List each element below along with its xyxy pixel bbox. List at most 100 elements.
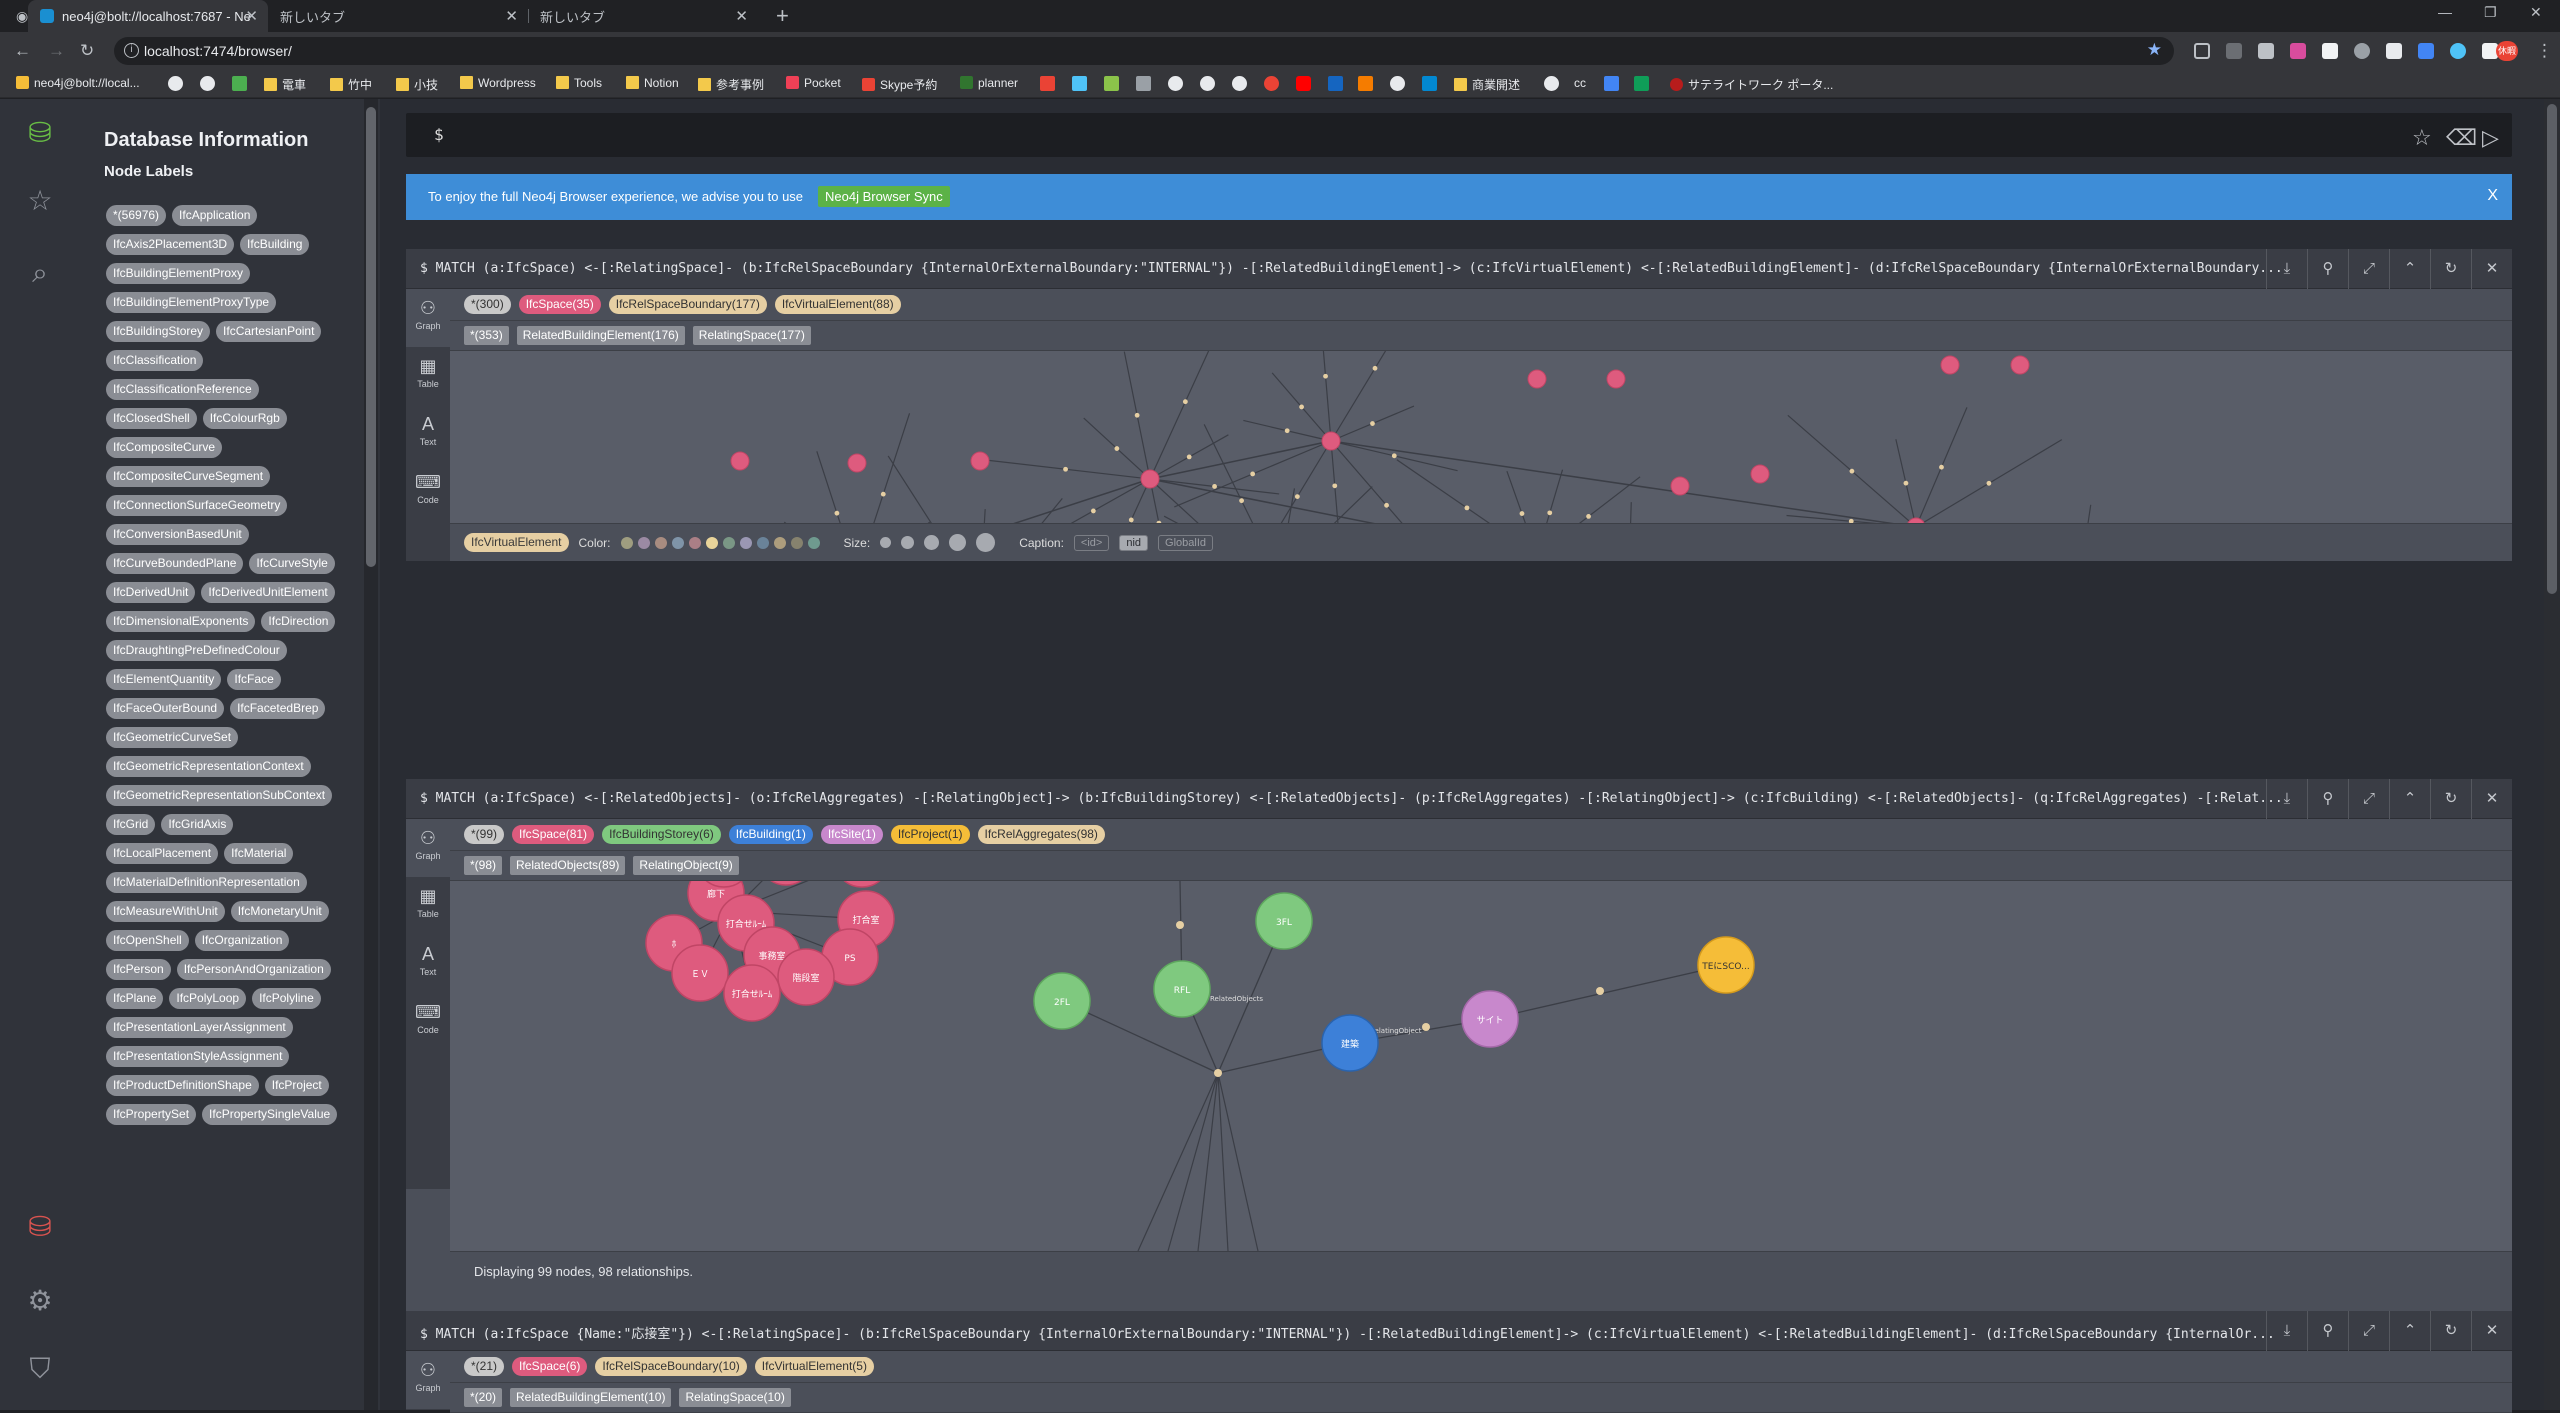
node-label-pill[interactable]: *(56976) bbox=[106, 205, 167, 226]
relationship-legend-pill[interactable]: RelatedObjects(89) bbox=[510, 856, 626, 875]
close-frame-icon[interactable]: ✕ bbox=[2471, 249, 2512, 289]
youtube-bookmark-icon[interactable] bbox=[1296, 76, 1311, 91]
address-bar[interactable]: i localhost:7474/browser/ ★ bbox=[114, 37, 2174, 65]
ifcspace-node[interactable] bbox=[2010, 355, 2030, 375]
bookmark-icon-only[interactable] bbox=[1232, 76, 1247, 91]
bookmark-neo4j[interactable]: neo4j@bolt://local... bbox=[16, 76, 140, 90]
clear-editor-icon[interactable]: ⌫ bbox=[2446, 125, 2477, 151]
relspaceboundary-node[interactable] bbox=[1114, 446, 1120, 451]
bookmark-icon-only[interactable] bbox=[168, 76, 183, 91]
relspaceboundary-node[interactable] bbox=[1332, 483, 1338, 489]
bookmark-icon-only[interactable] bbox=[1040, 76, 1055, 91]
node-label-pill[interactable]: IfcClassificationReference bbox=[106, 379, 259, 400]
relspaceboundary-node[interactable] bbox=[1128, 517, 1134, 523]
browser-tab-new-2[interactable]: 新しいタブ ✕ bbox=[528, 0, 758, 32]
relspaceboundary-node[interactable] bbox=[834, 510, 840, 516]
pin-icon[interactable]: ⚲ bbox=[2307, 779, 2348, 819]
node-label-pill[interactable]: IfcPresentationStyleAssignment bbox=[106, 1046, 290, 1067]
text-view-button[interactable]: A Text bbox=[406, 405, 450, 463]
docs-bookmark-icon[interactable] bbox=[1604, 76, 1619, 91]
run-query-icon[interactable]: ▷ bbox=[2482, 125, 2499, 151]
node-label-pill[interactable]: IfcPlane bbox=[106, 988, 164, 1009]
settings-gear-icon[interactable]: ⚙ bbox=[22, 1283, 58, 1319]
node-label-legend-pill[interactable]: IfcProject(1) bbox=[890, 825, 970, 844]
relspaceboundary-node[interactable] bbox=[1063, 466, 1068, 472]
graph-canvas[interactable] bbox=[450, 351, 2512, 523]
node-label-pill[interactable]: IfcCompositeCurve bbox=[106, 437, 223, 458]
color-swatch[interactable] bbox=[654, 536, 667, 549]
node-label-legend-pill[interactable]: IfcVirtualElement(88) bbox=[774, 295, 901, 314]
node-label-pill[interactable]: IfcOrganization bbox=[194, 930, 290, 951]
ifcspace-node[interactable] bbox=[1940, 355, 1960, 375]
forward-icon[interactable]: → bbox=[48, 41, 65, 61]
sheets-bookmark-icon[interactable] bbox=[1634, 76, 1649, 91]
relationship-legend-pill[interactable]: RelatedBuildingElement(10) bbox=[510, 1388, 672, 1407]
relaggregates-node[interactable] bbox=[1176, 921, 1184, 929]
node-label-legend-pill[interactable]: IfcVirtualElement(5) bbox=[754, 1357, 874, 1376]
size-option[interactable] bbox=[949, 534, 967, 551]
maps-bookmark-icon[interactable] bbox=[1264, 76, 1279, 91]
relspaceboundary-node[interactable] bbox=[1212, 484, 1217, 489]
relspaceboundary-node[interactable] bbox=[1186, 454, 1192, 460]
drive-bookmark-icon[interactable] bbox=[232, 76, 247, 91]
editor-prompt[interactable]: $ bbox=[434, 125, 444, 144]
bookmark-folder-commercial[interactable]: 商業開述 bbox=[1454, 76, 1520, 93]
profile-avatar[interactable]: 休暇 bbox=[2496, 41, 2518, 61]
relaggregates-node[interactable] bbox=[1422, 1023, 1430, 1031]
collapse-icon[interactable]: ⌃ bbox=[2389, 779, 2430, 819]
ifcspace-node[interactable] bbox=[1140, 469, 1160, 489]
graph-visualization[interactable]: RelatingObject RelatedObjects 廊下打合せﾙｰﾑ 打合室 ﾎ… bbox=[450, 881, 2512, 1251]
bookmark-folder-wordpress[interactable]: Wordpress bbox=[460, 76, 536, 90]
download-icon[interactable]: ⤓ bbox=[2266, 249, 2307, 289]
node-label-pill[interactable]: IfcDraughtingPreDefinedColour bbox=[106, 640, 287, 661]
node-label-legend-pill[interactable]: IfcRelSpaceBoundary(177) bbox=[608, 295, 767, 314]
graph-view-button[interactable]: ⚇ Graph bbox=[406, 289, 450, 347]
node-label-pill[interactable]: IfcApplication bbox=[172, 205, 258, 226]
collapse-icon[interactable]: ⌃ bbox=[2389, 1311, 2430, 1351]
node-label-pill[interactable]: IfcCartesianPoint bbox=[216, 321, 322, 342]
bookmark-icon-only[interactable] bbox=[1168, 76, 1183, 91]
node-label-pill[interactable]: IfcPolyline bbox=[252, 988, 321, 1009]
new-tab-button[interactable]: + bbox=[776, 3, 789, 29]
drawer-scrollbar-thumb[interactable] bbox=[366, 107, 376, 567]
relspaceboundary-node[interactable] bbox=[1464, 505, 1470, 511]
caption-option-nid[interactable]: nid bbox=[1119, 534, 1149, 551]
relationship-legend-pill[interactable]: RelatedBuildingElement(176) bbox=[516, 326, 685, 345]
relspaceboundary-node[interactable] bbox=[1182, 399, 1188, 405]
node-label-pill[interactable]: IfcBuildingElementProxyType bbox=[106, 292, 277, 313]
bookmark-icon-only[interactable] bbox=[1104, 76, 1119, 91]
bookmark-icon-only[interactable] bbox=[1136, 76, 1151, 91]
node-label-pill[interactable]: IfcDirection bbox=[261, 611, 336, 632]
restore-icon[interactable]: ❐ bbox=[2484, 4, 2497, 21]
relspaceboundary-node[interactable] bbox=[1849, 468, 1855, 474]
ifcspace-node[interactable] bbox=[970, 451, 990, 471]
bookmark-folder-tools[interactable]: Tools bbox=[556, 76, 602, 90]
node-label-pill[interactable]: IfcConversionBasedUnit bbox=[106, 524, 249, 545]
relspaceboundary-node[interactable] bbox=[1134, 412, 1140, 418]
url-text[interactable]: localhost:7474/browser/ bbox=[144, 43, 292, 59]
ifcspace-node[interactable] bbox=[1670, 476, 1690, 496]
cypher-editor[interactable]: $ ☆ ⌫ ▷ bbox=[406, 113, 2512, 157]
frame-query[interactable]: $ MATCH (a:IfcSpace) <-[:RelatingSpace]-… bbox=[420, 261, 2300, 276]
browser-tab-new-1[interactable]: 新しいタブ ✕ bbox=[268, 0, 528, 32]
fullscreen-icon[interactable]: ⤢ bbox=[2348, 779, 2389, 819]
camera-extension-icon[interactable] bbox=[2258, 43, 2274, 59]
ifcspace-node[interactable] bbox=[1527, 369, 1547, 389]
node-label-pill[interactable]: IfcBuildingElementProxy bbox=[106, 263, 251, 284]
documents-search-icon[interactable]: ⌕ bbox=[22, 255, 58, 291]
bookmark-pocket[interactable]: Pocket bbox=[786, 76, 841, 90]
bookmark-cc[interactable]: cc bbox=[1574, 76, 1586, 90]
extension-icon[interactable] bbox=[2450, 43, 2466, 59]
relspaceboundary-node[interactable] bbox=[1372, 365, 1378, 371]
relspaceboundary-node[interactable] bbox=[1250, 471, 1256, 477]
code-view-button[interactable]: ⌨ Code bbox=[406, 463, 450, 521]
pocket-extension-icon[interactable] bbox=[2194, 43, 2210, 59]
relationship-legend-pill[interactable]: *(353) bbox=[464, 326, 509, 345]
relspaceboundary-node[interactable] bbox=[1586, 514, 1591, 519]
ifcspace-node[interactable] bbox=[847, 453, 867, 473]
relspaceboundary-node[interactable] bbox=[1239, 498, 1244, 504]
relspaceboundary-node[interactable] bbox=[1323, 373, 1328, 379]
color-swatch[interactable] bbox=[773, 536, 786, 549]
extension-icon[interactable] bbox=[2322, 43, 2338, 59]
ifcspace-node[interactable] bbox=[1606, 369, 1626, 389]
